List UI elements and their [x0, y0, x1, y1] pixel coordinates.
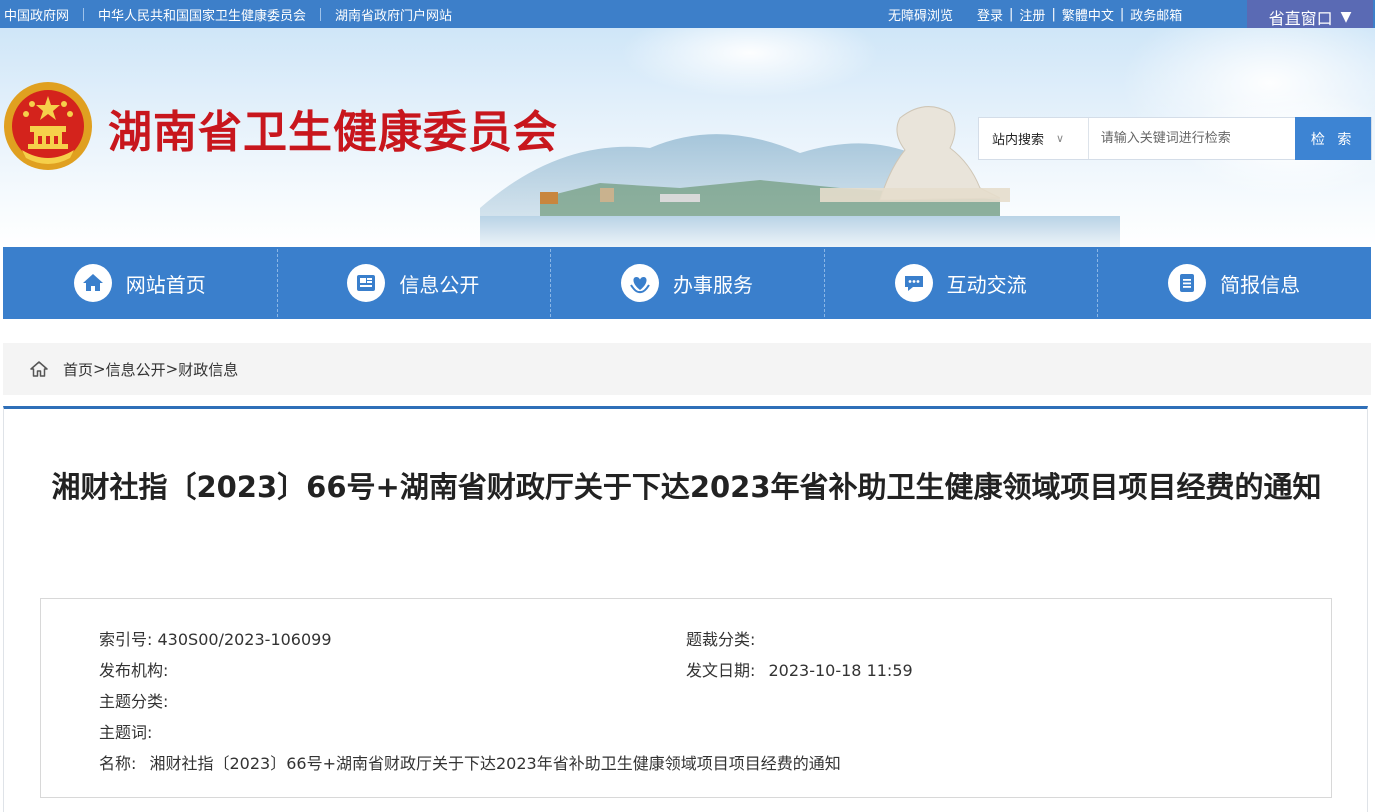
link-hunan-gov[interactable]: 湖南省政府门户网站	[335, 5, 452, 24]
document-metadata: 索引号: 430S00/2023-106099 题裁分类: 发布机构: 发文日期…	[40, 598, 1332, 798]
article-title: 湘财社指〔2023〕66号+湖南省财政厅关于下达2023年省补助卫生健康领域项目…	[51, 470, 1322, 504]
breadcrumb-separator: >	[93, 360, 106, 378]
register-link[interactable]: 注册	[1019, 5, 1045, 24]
link-nhc[interactable]: 中华人民共和国国家卫生健康委员会	[98, 5, 306, 24]
meta-value: 2023-10-18 11:59	[768, 661, 913, 680]
header-banner: 湖南省卫生健康委员会 站内搜索 ∨ 检 索	[0, 28, 1375, 247]
home-outline-icon	[29, 360, 49, 378]
nav-item-interaction[interactable]: 互动交流	[823, 247, 1098, 319]
nav-item-services[interactable]: 办事服务	[550, 247, 824, 319]
divider: |	[1119, 6, 1125, 22]
link-gov-cn[interactable]: 中国政府网	[4, 5, 69, 24]
meta-value: 湘财社指〔2023〕66号+湖南省财政厅关于下达2023年省补助卫生健康领域项目…	[149, 754, 841, 773]
national-emblem-logo	[4, 82, 92, 170]
breadcrumb-home[interactable]: 首页	[63, 359, 93, 380]
nav-item-home[interactable]: 网站首页	[3, 247, 277, 319]
meta-label: 主题分类:	[99, 692, 169, 711]
login-link[interactable]: 登录	[977, 5, 1003, 24]
breadcrumb-financial-info[interactable]: 财政信息	[178, 359, 238, 380]
meta-label: 名称:	[99, 754, 137, 773]
home-icon	[73, 264, 112, 302]
document-icon	[1168, 264, 1207, 302]
search-input[interactable]	[1088, 118, 1296, 159]
meta-label: 发布机构:	[99, 661, 169, 680]
nav-item-label: 互动交流	[946, 272, 1027, 297]
divider: |	[1051, 6, 1056, 22]
meta-name: 名称: 湘财社指〔2023〕66号+湖南省财政厅关于下达2023年省补助卫生健康…	[99, 750, 841, 774]
search-scope-label: 站内搜索	[992, 133, 1045, 148]
triangle-down-icon: ▼	[1340, 8, 1352, 25]
accessibility-link[interactable]: 无障碍浏览	[888, 5, 953, 24]
search-button[interactable]: 检 索	[1295, 117, 1371, 160]
landscape-illustration	[480, 106, 1120, 247]
meta-value: 430S00/2023-106099	[157, 630, 332, 649]
top-utility-bar: 中国政府网 中华人民共和国国家卫生健康委员会 湖南省政府门户网站 无障碍浏览 登…	[0, 0, 1375, 28]
meta-label: 题裁分类:	[686, 630, 756, 649]
divider	[320, 7, 322, 21]
nav-item-label: 网站首页	[125, 272, 206, 297]
meta-label: 索引号:	[99, 630, 153, 649]
nav-item-label: 简报信息	[1220, 272, 1301, 297]
chevron-down-icon: ∨	[1056, 132, 1065, 145]
divider	[83, 7, 85, 21]
meta-label: 主题词:	[99, 723, 153, 742]
meta-date: 发文日期: 2023-10-18 11:59	[686, 657, 913, 681]
meta-keywords: 主题词:	[99, 719, 152, 743]
province-window-label: 省直窗口	[1268, 8, 1333, 28]
traditional-chinese-link[interactable]: 繁體中文	[1062, 5, 1114, 24]
breadcrumb-info-disclosure[interactable]: 信息公开	[106, 359, 166, 380]
meta-publisher: 发布机构:	[99, 657, 168, 681]
divider: |	[1009, 6, 1014, 22]
meta-genre: 题裁分类:	[686, 626, 755, 650]
meta-label: 发文日期:	[686, 661, 756, 680]
external-links: 中国政府网 中华人民共和国国家卫生健康委员会 湖南省政府门户网站	[4, 0, 452, 28]
nav-item-info-disclosure[interactable]: 信息公开	[276, 247, 551, 319]
nav-item-label: 办事服务	[672, 272, 753, 297]
article-container: 湘财社指〔2023〕66号+湖南省财政厅关于下达2023年省补助卫生健康领域项目…	[3, 406, 1368, 812]
meta-topic: 主题分类:	[99, 688, 168, 712]
chat-icon	[894, 264, 933, 302]
news-icon	[347, 264, 386, 302]
breadcrumb-separator: >	[165, 360, 179, 378]
site-title: 湖南省卫生健康委员会	[108, 107, 558, 158]
main-nav: 网站首页 信息公开 办事服务 互动交流 简报信息	[3, 247, 1371, 319]
gov-mail-link[interactable]: 政务邮箱	[1130, 5, 1182, 24]
nav-item-label: 信息公开	[399, 272, 480, 297]
meta-index: 索引号: 430S00/2023-106099	[99, 626, 332, 650]
search-scope-select[interactable]: 站内搜索 ∨	[979, 118, 1089, 159]
site-search: 站内搜索 ∨ 检 索	[978, 117, 1372, 160]
breadcrumb: 首页 > 信息公开 > 财政信息	[3, 343, 1371, 395]
heart-hands-icon	[620, 264, 659, 302]
nav-item-briefing[interactable]: 简报信息	[1097, 247, 1371, 319]
user-links: 无障碍浏览 登录 | 注册 | 繁體中文 | 政务邮箱	[888, 0, 1182, 28]
